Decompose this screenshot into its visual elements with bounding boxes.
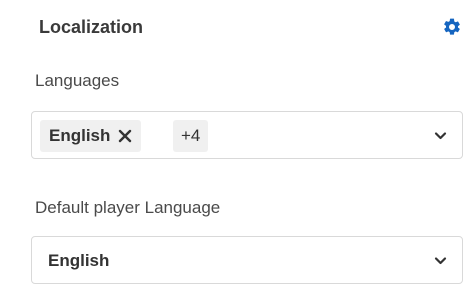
language-chip-english: English — [40, 120, 142, 152]
close-icon[interactable] — [118, 129, 132, 143]
default-language-select[interactable]: English — [31, 236, 463, 284]
section-title: Localization — [39, 17, 144, 37]
languages-label: Languages — [35, 71, 120, 90]
more-languages-badge[interactable]: +4 — [173, 120, 209, 152]
languages-multiselect[interactable]: English +4 — [31, 111, 463, 159]
default-language-label: Default player Language — [35, 198, 221, 217]
localization-panel: Localization Languages English +4 Defaul… — [0, 0, 472, 305]
default-language-value: English — [48, 251, 110, 270]
language-chip-label: English — [49, 126, 111, 145]
chevron-down-icon[interactable] — [434, 129, 447, 142]
chevron-down-icon[interactable] — [434, 254, 447, 267]
gear-icon[interactable] — [442, 17, 462, 37]
